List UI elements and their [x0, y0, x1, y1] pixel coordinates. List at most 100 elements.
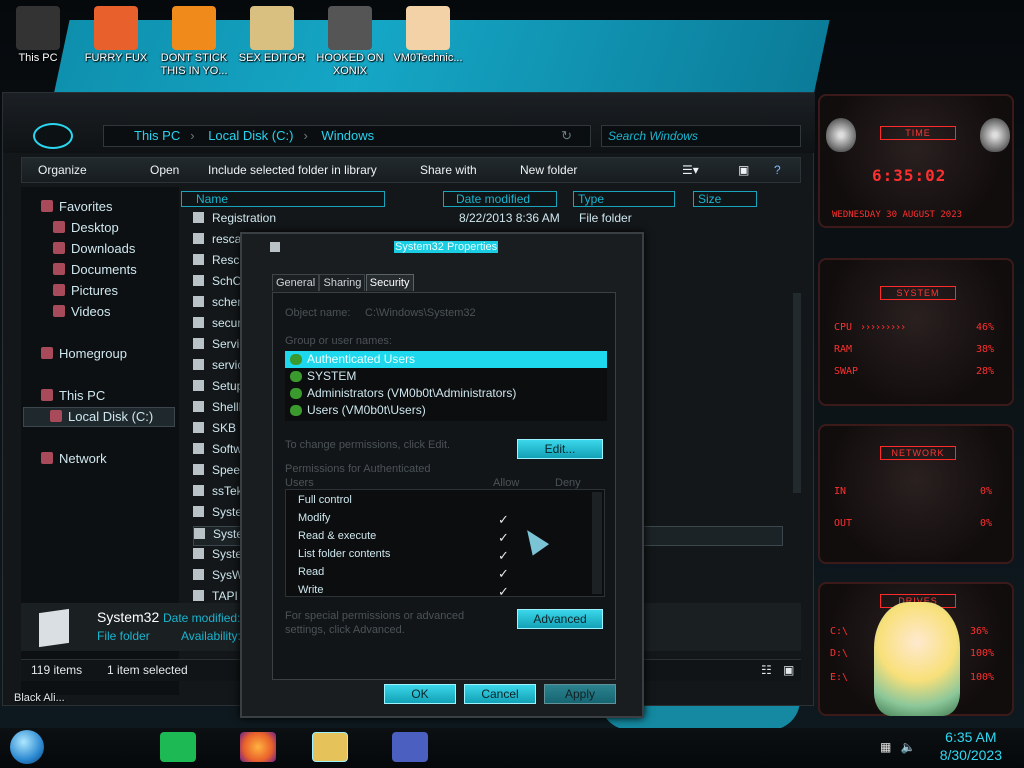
- dialog-title: System32 Properties: [394, 241, 499, 253]
- folder-icon: [193, 233, 204, 244]
- permission-row: Read ✓: [298, 566, 588, 584]
- ok-button[interactable]: OK: [384, 684, 456, 704]
- dialog-title-icon: [270, 242, 280, 252]
- system-gadget: SYSTEM CPU ››››››››› 46% RAM 38% SWAP 28…: [818, 258, 1014, 406]
- permissions-for-label: Permissions for Authenticated: [285, 463, 431, 475]
- view-options-icon[interactable]: ☰▾: [682, 163, 699, 177]
- folder-icon: [193, 401, 204, 412]
- organize-button[interactable]: Organize: [38, 163, 87, 177]
- advanced-button[interactable]: Advanced: [517, 609, 603, 629]
- large-icons-view-icon[interactable]: ▣: [783, 660, 794, 680]
- permission-row: Write ✓: [298, 584, 588, 602]
- desktop-icon[interactable]: SEX EDITOR: [234, 6, 310, 65]
- desktop-icon[interactable]: FURRY FUX: [78, 6, 154, 65]
- breadcrumb-this-pc[interactable]: This PC: [134, 128, 180, 143]
- share-with-button[interactable]: Share with: [420, 163, 477, 177]
- nav-desktop[interactable]: Desktop: [53, 220, 119, 235]
- file-list-scrollbar[interactable]: [793, 293, 801, 493]
- user-item[interactable]: Users (VM0b0t\Users): [285, 402, 607, 419]
- details-availability-label: Availability:: [181, 629, 241, 643]
- help-icon[interactable]: ?: [774, 163, 781, 177]
- nav-homegroup[interactable]: Homegroup: [41, 346, 127, 361]
- tab-security[interactable]: Security: [365, 274, 414, 291]
- user-item[interactable]: SYSTEM: [285, 368, 607, 385]
- folder-icon: [193, 422, 204, 433]
- user-item[interactable]: Administrators (VM0b0t\Administrators): [285, 385, 607, 402]
- column-date-modified[interactable]: Date modified: [443, 191, 557, 207]
- back-forward-orb-icon[interactable]: [33, 123, 73, 149]
- special-permissions-hint: For special permissions or advanced sett…: [285, 610, 465, 636]
- permission-name: Read: [298, 566, 325, 578]
- desktop-app-icon: [328, 6, 372, 50]
- folder-icon: [193, 506, 204, 517]
- permissions-scrollbar[interactable]: [592, 492, 602, 594]
- desktop-icon[interactable]: This PC: [0, 6, 76, 65]
- folder-icon: [193, 359, 204, 370]
- taskbar-clock[interactable]: 6:35 AM 8/30/2023: [940, 728, 1002, 764]
- tab-general[interactable]: General: [272, 274, 320, 291]
- nav-local-disk[interactable]: Local Disk (C:): [23, 407, 175, 427]
- command-bar: Organize Open Include selected folder in…: [21, 157, 801, 183]
- time-gadget-title: TIME: [880, 126, 956, 140]
- breadcrumb-local-disk[interactable]: Local Disk (C:): [208, 128, 293, 143]
- network-gadget-title: NETWORK: [880, 446, 956, 460]
- folder-icon: [193, 380, 204, 391]
- folder-icon: [193, 254, 204, 265]
- column-name[interactable]: Name: [181, 191, 385, 207]
- open-button[interactable]: Open: [150, 163, 179, 177]
- system-gadget-title: SYSTEM: [880, 286, 956, 300]
- taskbar-green-app-icon[interactable]: [160, 732, 196, 762]
- apply-button[interactable]: Apply: [544, 684, 616, 704]
- permission-name: List folder contents: [298, 548, 391, 560]
- details-view-icon[interactable]: ☷: [761, 660, 772, 680]
- cpu-bar: ›››››››››: [860, 322, 906, 333]
- desktop-icon[interactable]: HOOKED ON XONIX: [312, 6, 388, 78]
- nav-this-pc[interactable]: This PC: [41, 388, 105, 403]
- net-in-label: IN: [834, 486, 847, 497]
- permission-row: Modify ✓: [298, 512, 588, 530]
- file-name: Registration: [212, 211, 277, 225]
- permission-name: Write: [298, 584, 324, 596]
- start-orb-icon[interactable]: [10, 730, 44, 764]
- nav-favorites[interactable]: Favorites: [41, 199, 112, 214]
- breadcrumb-windows[interactable]: Windows: [321, 128, 374, 143]
- folder-icon: [193, 590, 204, 601]
- volume-icon[interactable]: 🔈: [901, 740, 916, 754]
- include-in-library-button[interactable]: Include selected folder in library: [208, 163, 377, 177]
- folder-icon: [193, 548, 204, 559]
- users-group-icon: [290, 371, 302, 382]
- desktop-icon[interactable]: VM0Technic...: [390, 6, 466, 65]
- file-date: 8/22/2013 8:36 AM: [459, 211, 560, 225]
- column-type[interactable]: Type: [573, 191, 675, 207]
- allow-column-label: Allow: [493, 477, 520, 489]
- sidebar-gadgets: TIME 6:35:02 WEDNESDAY 30 AUGUST 2023 SY…: [818, 92, 1018, 718]
- nav-documents[interactable]: Documents: [53, 262, 137, 277]
- control-panel-icon[interactable]: [392, 732, 428, 762]
- preview-pane-icon[interactable]: ▣: [738, 163, 749, 177]
- nav-pictures[interactable]: Pictures: [53, 283, 118, 298]
- cancel-button[interactable]: Cancel: [464, 684, 536, 704]
- nav-network[interactable]: Network: [41, 451, 107, 466]
- desktop-icon-label-black-alien[interactable]: Black Ali...: [14, 692, 65, 704]
- details-type: File folder: [97, 629, 150, 643]
- user-item[interactable]: Authenticated Users: [285, 351, 607, 368]
- desktop-icon[interactable]: DONT STICK THIS IN YO...: [156, 6, 232, 78]
- file-explorer-icon[interactable]: [312, 732, 348, 762]
- cpu-value: 46%: [976, 322, 995, 333]
- firefox-icon[interactable]: [240, 732, 276, 762]
- new-folder-button[interactable]: New folder: [520, 163, 577, 177]
- nav-videos[interactable]: Videos: [53, 304, 111, 319]
- search-input[interactable]: Search Windows: [601, 125, 801, 147]
- address-bar[interactable]: This PC › Local Disk (C:) › Windows ↻: [103, 125, 591, 147]
- file-name: ssTek: [212, 484, 243, 498]
- nav-downloads[interactable]: Downloads: [53, 241, 135, 256]
- change-permissions-hint: To change permissions, click Edit.: [285, 439, 451, 451]
- users-group-icon: [290, 388, 302, 399]
- user-list[interactable]: Authenticated Users SYSTEM Administrator…: [285, 351, 607, 421]
- edit-button[interactable]: Edit...: [517, 439, 603, 459]
- column-size[interactable]: Size: [693, 191, 757, 207]
- table-row[interactable]: Registration 8/22/2013 8:36 AM File folder: [193, 211, 783, 231]
- tab-sharing[interactable]: Sharing: [319, 274, 366, 291]
- network-tray-icon[interactable]: ▦: [880, 740, 891, 754]
- refresh-icon[interactable]: ↻: [561, 126, 572, 146]
